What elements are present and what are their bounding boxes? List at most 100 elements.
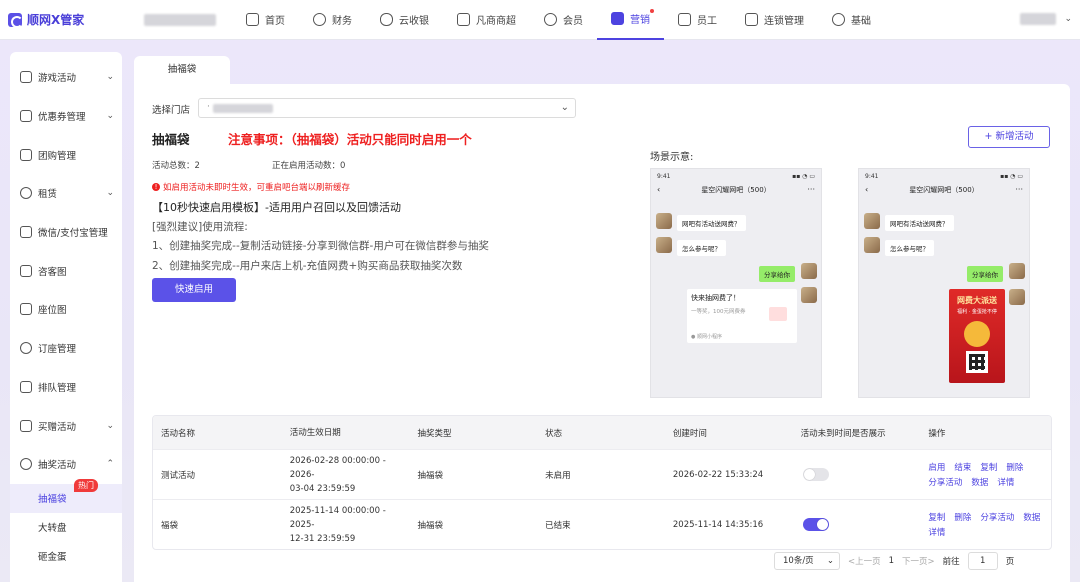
gamepad-icon: [611, 12, 624, 25]
avatar: [801, 263, 817, 279]
avatar: [864, 237, 880, 253]
toggle-knob: [816, 519, 828, 530]
logo-icon: [8, 12, 23, 28]
sidebar-item-reservation[interactable]: 订座管理: [10, 329, 122, 368]
activity-name: 测试活动: [161, 470, 196, 481]
chat-title: ‹ 星空闪耀网吧（500） ···: [651, 183, 821, 197]
chat-reply: 分享给你: [967, 266, 1003, 282]
blurred-store-value: [213, 104, 273, 113]
copy-link[interactable]: 复制: [980, 461, 997, 473]
back-icon: ‹: [865, 185, 869, 194]
chat-reply: 分享给你: [759, 266, 795, 282]
main-nav: 首页 财务 云收银 凡商商超 会员 营销 员工 连锁管理 基础: [232, 0, 885, 40]
sidebar-item-rental[interactable]: 租赁 ⌄: [10, 174, 122, 213]
nav-item-basic[interactable]: 基础: [818, 0, 885, 40]
logo[interactable]: 顺网X管家: [8, 11, 118, 28]
delete-link[interactable]: 删除: [954, 511, 971, 523]
home-icon: [246, 13, 259, 26]
activity-table: 活动名称 活动生效日期 抽奖类型 状态 创建时间 活动未到时间是否展示 操作 测…: [152, 415, 1052, 550]
nav-item-supermarket[interactable]: 凡商商超: [443, 0, 530, 40]
qr-code-icon: [966, 351, 988, 373]
tv-icon: [20, 264, 32, 277]
nav-item-member[interactable]: 会员: [530, 0, 597, 40]
sidebar-item-game-activity[interactable]: 游戏活动 ⌄: [10, 58, 122, 97]
share-activity-link[interactable]: 分享活动: [980, 511, 1014, 523]
sidebar-item-group-buy[interactable]: 团购管理: [10, 135, 122, 174]
alert-icon: !: [152, 183, 160, 191]
sidebar-item-buy-gift[interactable]: 买赠活动 ⌄: [10, 406, 122, 445]
user-area[interactable]: ⌄: [1020, 13, 1072, 25]
created-time: 2025-11-14 14:35:16: [672, 519, 764, 530]
end-link[interactable]: 结束: [954, 461, 971, 473]
sidebar-item-guest-map[interactable]: 咨客图: [10, 251, 122, 290]
blurred-username: [1020, 13, 1057, 25]
blurred-store-name: [144, 13, 216, 26]
data-link[interactable]: 数据: [1023, 511, 1040, 523]
share-activity-link[interactable]: 分享活动: [928, 476, 962, 488]
goto-label: 前往: [942, 557, 960, 567]
more-icon: ···: [807, 185, 815, 194]
show-before-start-toggle[interactable]: [802, 518, 829, 531]
nav-item-finance[interactable]: 财务: [299, 0, 366, 40]
created-time: 2026-02-22 15:33:24: [672, 469, 764, 480]
show-before-start-toggle[interactable]: [802, 468, 829, 481]
goto-page-input[interactable]: 1: [967, 552, 998, 570]
store-select[interactable]: · ⌄: [198, 98, 576, 118]
seat-icon: [20, 303, 32, 316]
tab-lucky-bag[interactable]: 抽福袋: [134, 56, 230, 84]
details-link[interactable]: 详情: [997, 476, 1014, 488]
next-page-button[interactable]: 下一页>: [902, 555, 935, 567]
nav-item-staff[interactable]: 员工: [664, 0, 731, 40]
status-text: 已结束: [545, 520, 571, 531]
red-envelope-icon: [769, 307, 787, 321]
sidebar-item-seat-map[interactable]: 座位图: [10, 290, 122, 329]
step-1-text: 1、创建抽奖完成--复制活动链接-分享到微信群-用户可在微信群参与抽奖: [152, 240, 489, 252]
delete-link[interactable]: 删除: [1006, 461, 1023, 473]
sidebar-subitem-wheel[interactable]: 大转盘: [10, 513, 122, 542]
sidebar-item-lottery[interactable]: 抽奖活动 ⌃: [10, 445, 122, 484]
gamepad-icon: [20, 71, 32, 84]
nav-item-home[interactable]: 首页: [232, 0, 299, 40]
rental-icon: [20, 187, 32, 200]
top-navbar: 顺网X管家 首页 财务 云收银 凡商商超 会员 营销 员工 连锁管理 基础 ⌄: [0, 0, 1080, 40]
nav-item-chain[interactable]: 连锁管理: [731, 0, 818, 40]
signal-icon: ▪▪ ◔ ▭: [792, 172, 815, 180]
prev-page-button[interactable]: <上一页: [848, 555, 881, 567]
step-2-text: 2、创建抽奖完成--用户来店上机-充值网费+购买商品获取抽奖次数: [152, 260, 463, 272]
details-link[interactable]: 详情: [928, 526, 945, 538]
avatar: [656, 237, 672, 253]
copy-link[interactable]: 复制: [928, 511, 945, 523]
quick-enable-button[interactable]: 快速启用: [152, 278, 236, 302]
chat-message: 网吧有活动送网费？: [677, 215, 746, 231]
sidebar-item-coupon[interactable]: 优惠券管理 ⌄: [10, 97, 122, 136]
row-actions: 复制 删除 分享活动 数据 详情: [920, 511, 1051, 538]
current-page[interactable]: 1: [889, 556, 894, 566]
activity-date: 2026-02-28 00:00:00 - 2026- 03-04 23:59:5…: [289, 455, 386, 494]
lottery-type: 抽福袋: [417, 520, 443, 531]
chat-message: 网吧有活动送网费？: [885, 215, 954, 231]
advice-text: [强烈建议]使用流程:: [152, 221, 248, 233]
sidebar-subitem-golden-egg[interactable]: 砸金蛋: [10, 542, 122, 571]
nav-item-cloud-cashier[interactable]: 云收银: [366, 0, 443, 40]
status-text: 未启用: [545, 470, 571, 481]
chevron-down-icon: ⌄: [826, 556, 834, 566]
sidebar-subitem-lucky-bag[interactable]: 抽福袋 热门: [10, 478, 122, 513]
share-card: 快来抽网费了！ 一等奖，100元网费券 ● 顺网小程序: [687, 289, 797, 343]
table-header: 活动名称 活动生效日期 抽奖类型 状态 创建时间 活动未到时间是否展示 操作: [153, 416, 1051, 449]
sidebar-item-wechat-alipay[interactable]: 微信/支付宝管理: [10, 213, 122, 252]
data-link[interactable]: 数据: [971, 476, 988, 488]
avatar: [1009, 263, 1025, 279]
pagination: 10条/页 ⌄ <上一页 1 下一页> 前往 1 页: [774, 552, 1014, 570]
page-size-select[interactable]: 10条/页 ⌄: [774, 552, 840, 570]
cloud-icon: [380, 13, 393, 26]
lottery-type: 抽福袋: [417, 470, 443, 481]
chain-icon: [745, 13, 758, 26]
sidebar-item-queue[interactable]: 排队管理: [10, 368, 122, 407]
column-header: 活动名称: [161, 428, 196, 439]
add-activity-button[interactable]: + 新增活动: [968, 126, 1050, 148]
active-activities: 正在启用活动数：0: [272, 161, 346, 171]
nav-item-marketing[interactable]: 营销: [597, 0, 664, 40]
enable-link[interactable]: 启用: [928, 461, 945, 473]
chevron-down-icon: ⌄: [1064, 14, 1072, 24]
chevron-down-icon: ⌄: [560, 102, 569, 113]
